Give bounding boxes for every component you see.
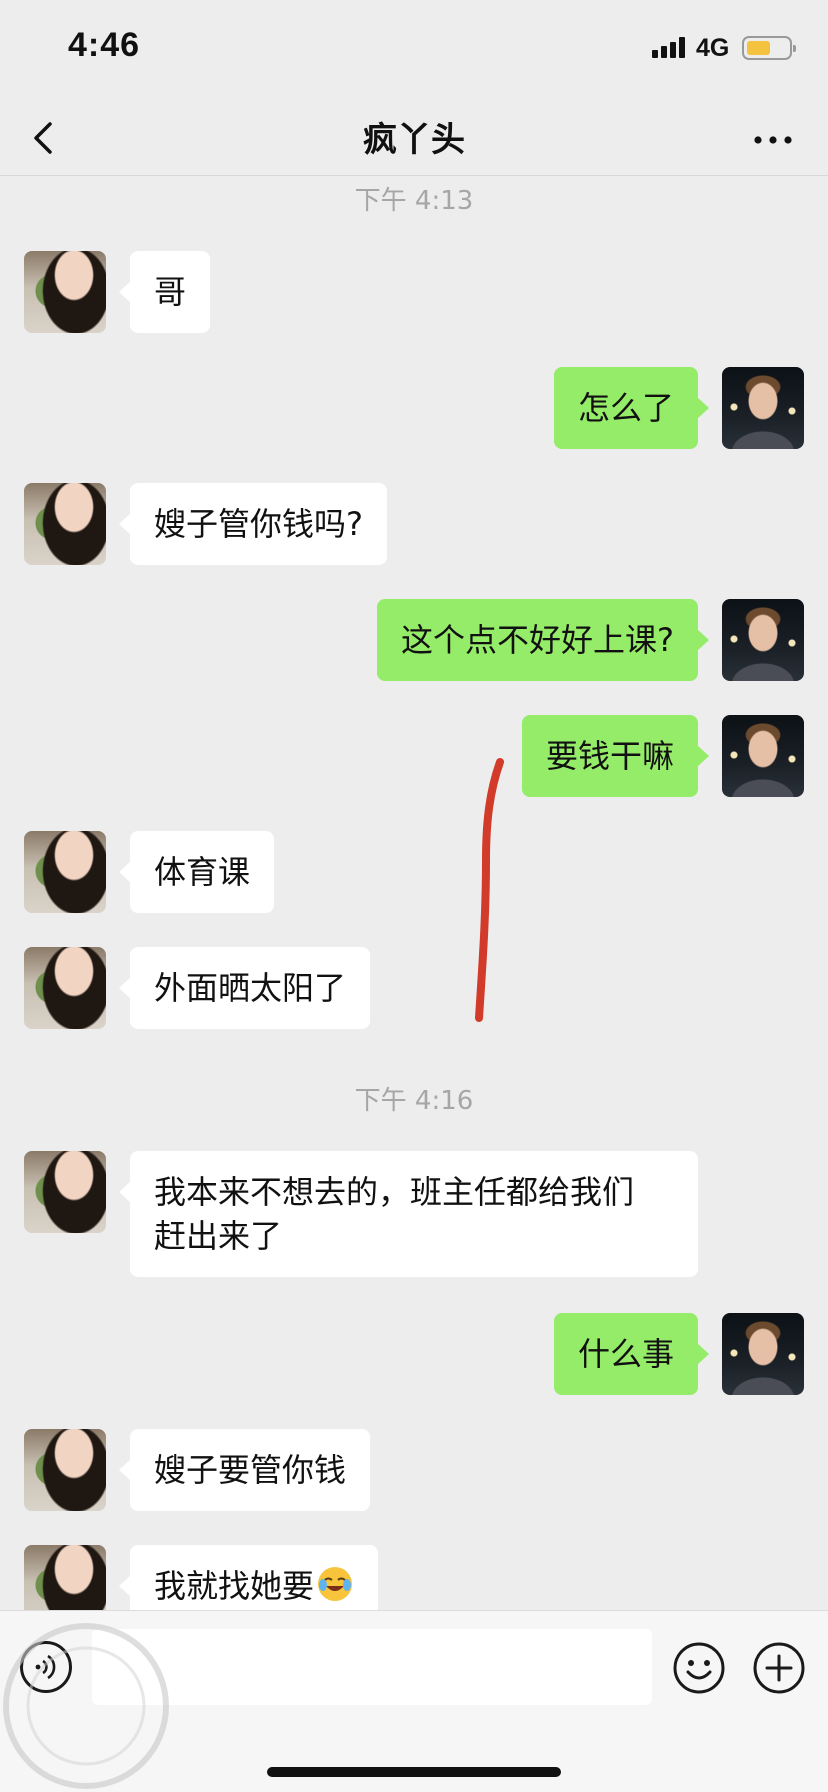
status-bar: 4:46 4G <box>0 0 828 100</box>
time-separator: 下午 4:13 <box>354 186 474 216</box>
status-time: 4:46 <box>68 26 141 64</box>
voice-icon <box>35 1654 56 1680</box>
more-functions-button[interactable] <box>752 1641 806 1695</box>
crying-laughing-emoji-icon <box>318 1567 353 1601</box>
contact-avatar[interactable] <box>24 1151 106 1233</box>
self-avatar[interactable] <box>722 599 804 681</box>
chat-header: 疯丫头 <box>0 100 828 176</box>
contact-avatar[interactable] <box>24 831 106 913</box>
message-bubble-outgoing[interactable]: 怎么了 <box>553 367 710 449</box>
message-bubble-incoming[interactable]: 体育课 <box>118 831 275 913</box>
message-bubble-outgoing[interactable]: 什么事 <box>553 1313 710 1395</box>
contact-avatar[interactable] <box>24 1429 106 1511</box>
self-avatar[interactable] <box>722 715 804 797</box>
contact-avatar[interactable] <box>24 483 106 565</box>
input-bar <box>0 1610 828 1792</box>
message-bubble-incoming[interactable]: 嫂子管你钱吗? <box>119 483 387 565</box>
contact-avatar[interactable] <box>24 947 106 1029</box>
message-input[interactable] <box>92 1629 652 1705</box>
smiley-icon <box>673 1642 725 1694</box>
network-type: 4G <box>696 34 730 62</box>
signal-strength-icon <box>652 36 688 58</box>
message-bubble-outgoing[interactable]: 要钱干嘛 <box>521 715 710 797</box>
voice-button[interactable] <box>20 1641 72 1693</box>
message-text: 我就找她要 <box>154 1567 315 1605</box>
self-avatar[interactable] <box>722 367 804 449</box>
battery-icon <box>742 36 796 60</box>
contact-avatar[interactable] <box>24 251 106 333</box>
time-separator: 下午 4:16 <box>354 1086 474 1116</box>
message-bubble-incoming[interactable]: 嫂子要管你钱 <box>118 1429 371 1511</box>
message-bubble-incoming[interactable]: 外面晒太阳了 <box>118 947 371 1029</box>
self-avatar[interactable] <box>722 1313 804 1395</box>
home-indicator[interactable] <box>267 1767 561 1777</box>
more-dots-icon <box>754 136 792 144</box>
more-button[interactable] <box>748 120 798 160</box>
emoji-button[interactable] <box>672 1641 726 1695</box>
message-bubble-incoming[interactable]: 我本来不想去的，班主任都给我们 赶出来了 <box>119 1151 698 1277</box>
message-bubble-incoming[interactable]: 哥 <box>118 251 211 333</box>
plus-circle-icon <box>753 1642 805 1694</box>
battery-level <box>747 41 770 55</box>
red-annotation-line <box>475 758 504 1022</box>
message-bubble-outgoing[interactable]: 这个点不好好上课? <box>377 599 709 681</box>
chat-title: 疯丫头 <box>363 120 465 160</box>
